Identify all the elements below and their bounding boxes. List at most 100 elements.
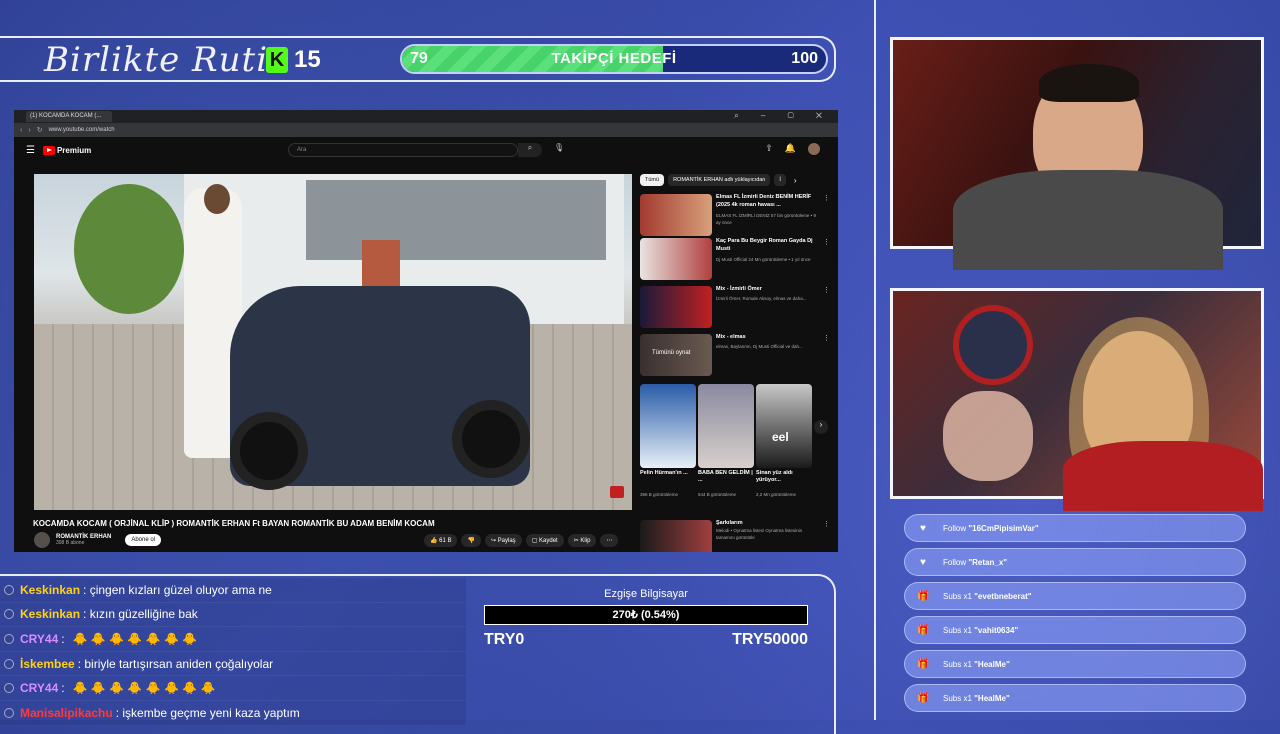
cam-person-shirt xyxy=(1063,441,1263,511)
chat-message: İskembee: biriyle tartışırsan aniden çoğ… xyxy=(0,651,466,677)
playlist-title[interactable]: Şarkılarım xyxy=(716,520,816,528)
short-thumbnail[interactable] xyxy=(698,384,754,468)
heart-icon: ♥ xyxy=(920,556,926,568)
mic-icon[interactable]: 🎙 xyxy=(554,143,564,152)
chat-text: : çingen kızları güzel oluyor ama ne xyxy=(83,582,272,597)
playlist-meta: Melodi • Oynatma listesi Oynatma listesi… xyxy=(716,528,803,540)
short-title[interactable]: Sinan yüz aldı yürüyor... xyxy=(756,470,812,485)
browser-tab[interactable]: (1) KOCAMDA KOCAM (... xyxy=(26,111,112,122)
event-type: Follow xyxy=(943,557,967,567)
goal-title: TAKİPÇİ HEDEFİ xyxy=(551,50,677,67)
event-text: Follow "Retan_x" xyxy=(943,558,1007,567)
related-playlist[interactable]: Şarkılarım Melodi • Oynatma listesi Oyna… xyxy=(640,520,830,552)
play-all-label[interactable]: Tümünü oynat xyxy=(652,350,690,356)
related-mix[interactable]: Tümünü oynat Mix - elmas elmas, Baylanmn… xyxy=(640,334,830,378)
video-player[interactable] xyxy=(34,174,632,510)
video-thumbnail[interactable] xyxy=(640,194,712,236)
donation-goal: Ezgişe Bilgisayar 270₺ (0.54%) TRY0 TRY5… xyxy=(484,588,808,649)
address-bar[interactable]: ‹ › ↻ www.youtube.com/watch xyxy=(14,123,838,137)
event-text: Follow "16CmPipisimVar" xyxy=(943,524,1039,533)
upload-icon[interactable]: ⇧ xyxy=(765,143,773,155)
event-type: Subs x1 xyxy=(943,693,972,703)
donation-bar: 270₺ (0.54%) xyxy=(484,605,808,625)
short-thumbnail[interactable] xyxy=(640,384,696,468)
youtube-logo[interactable]: Premium xyxy=(42,145,91,155)
chat-message: CRY44: 🐥 🐥 🐥 🐥 🐥 🐥 🐥 🐥 xyxy=(0,676,466,701)
badge-icon xyxy=(4,584,14,595)
related-title[interactable]: Mix - İzmirli Ömer xyxy=(716,286,816,294)
shelf-next-icon[interactable]: › xyxy=(814,420,828,434)
share-button[interactable]: ↪ Paylaş xyxy=(484,534,522,547)
event-item: 🎁 Subs x1 "evetbneberat" xyxy=(904,582,1246,610)
chat-emotes: 🐥 🐥 🐥 🐥 🐥 🐥 🐥 xyxy=(72,631,198,646)
chat-username: CRY44 xyxy=(20,631,59,646)
event-text: Subs x1 "evetbneberat" xyxy=(943,592,1032,601)
mix-thumbnail[interactable] xyxy=(640,286,712,328)
dislike-button[interactable]: 👎 xyxy=(461,534,481,547)
related-title[interactable]: Mix - elmas xyxy=(716,334,816,342)
related-mix[interactable]: Mix - İzmirli Ömer İzmirli Ömer, Romale … xyxy=(640,286,830,330)
chevron-right-icon[interactable]: › xyxy=(794,176,797,185)
window-controls[interactable]: ⌕ – ▢ ✕ xyxy=(734,111,832,121)
related-video[interactable]: Elmas FL İzmirli Deniz BENİM HERİF (2025… xyxy=(640,194,830,238)
chat-username: Manisalipikachu xyxy=(20,705,113,720)
event-text: Subs x1 "vahit0634" xyxy=(943,626,1018,635)
more-vert-icon[interactable]: ⋮ xyxy=(823,334,830,342)
bell-icon[interactable]: 🔔 xyxy=(785,143,796,155)
chat-text: : işkembe geçme yeni kaza yaptım xyxy=(115,705,300,720)
forward-icon[interactable]: › xyxy=(28,127,30,134)
kick-icon: K xyxy=(266,47,288,73)
reload-icon[interactable]: ↻ xyxy=(37,126,43,134)
chat-username: CRY44 xyxy=(20,681,59,696)
scene-wheel-rear xyxy=(452,400,530,478)
event-text: Subs x1 "HealMe" xyxy=(943,660,1010,669)
youtube-play-icon xyxy=(42,145,55,155)
related-title[interactable]: Elmas FL İzmirli Deniz BENİM HERİF (2025… xyxy=(716,194,816,209)
subscribe-button[interactable]: Abone ol xyxy=(125,534,162,546)
chip-uploader[interactable]: ROMANTİK ERHAN adlı yüklayıcıdan xyxy=(668,174,771,186)
related-meta: Dj Musti Official 24 Mn görüntüleme • 1 … xyxy=(716,257,811,262)
cam-dartboard xyxy=(953,305,1033,385)
short-thumbnail[interactable]: eel xyxy=(756,384,812,468)
more-button[interactable]: ⋯ xyxy=(600,534,619,547)
badge-icon xyxy=(4,609,14,620)
youtube-header: ☰ Premium Ara ⌕ 🎙 ⇧ 🔔 xyxy=(14,137,838,163)
shorts-shelf: eel Pelin Hürman'ın ... BABA BEN GELDİM … xyxy=(640,384,828,514)
more-vert-icon[interactable]: ⋮ xyxy=(823,238,830,246)
video-thumbnail[interactable] xyxy=(640,238,712,280)
back-icon[interactable]: ‹ xyxy=(20,127,22,134)
channel-info: ROMANTİK ERHAN 398 B abone Abone ol xyxy=(34,532,162,548)
event-user: "16CmPipisimVar" xyxy=(968,523,1039,533)
playlist-thumbnail[interactable] xyxy=(640,520,712,552)
mix-thumbnail[interactable]: Tümünü oynat xyxy=(640,334,712,376)
related-title[interactable]: Kaç Para Bu Beygir Roman Gayda Dj Musti xyxy=(716,238,816,253)
like-button[interactable]: 👍 61 B xyxy=(424,534,458,547)
more-vert-icon[interactable]: ⋮ xyxy=(823,286,830,294)
save-label: Kaydet xyxy=(539,538,558,544)
chat-text: : biriyle tartışırsan aniden çoğalıyolar xyxy=(77,656,274,671)
event-type: Follow xyxy=(943,523,967,533)
event-item: 🎁 Subs x1 "HealMe" xyxy=(904,684,1246,712)
short-title[interactable]: Pelin Hürman'ın ... xyxy=(640,470,696,477)
event-user: "vahit0634" xyxy=(974,625,1019,635)
more-vert-icon[interactable]: ⋮ xyxy=(823,194,830,202)
save-button[interactable]: ▢ Kaydet xyxy=(525,534,564,547)
menu-icon[interactable]: ☰ xyxy=(26,145,35,156)
short-views: 396 B görüntüleme xyxy=(640,492,679,497)
short-title[interactable]: BABA BEN GELDİM | ... xyxy=(698,470,754,485)
chat-username: Keskinkan xyxy=(20,582,81,597)
chip-more[interactable]: İ xyxy=(774,174,786,186)
related-video[interactable]: Kaç Para Bu Beygir Roman Gayda Dj Musti … xyxy=(640,238,830,282)
like-count: 61 B xyxy=(439,538,452,544)
search-icon[interactable]: ⌕ xyxy=(518,143,542,157)
search-input[interactable]: Ara xyxy=(288,143,518,157)
clip-button[interactable]: ✂ Klip xyxy=(567,534,597,547)
more-vert-icon[interactable]: ⋮ xyxy=(823,520,830,528)
chip-all[interactable]: Tümü xyxy=(640,174,665,186)
url-text[interactable]: www.youtube.com/watch xyxy=(49,127,115,133)
scene-gate xyxy=(306,180,606,260)
account-avatar[interactable] xyxy=(808,143,820,155)
chat-text: : kızın güzelliğine bak xyxy=(83,607,198,622)
channel-watermark-icon[interactable] xyxy=(610,486,624,498)
channel-avatar[interactable] xyxy=(34,532,50,548)
